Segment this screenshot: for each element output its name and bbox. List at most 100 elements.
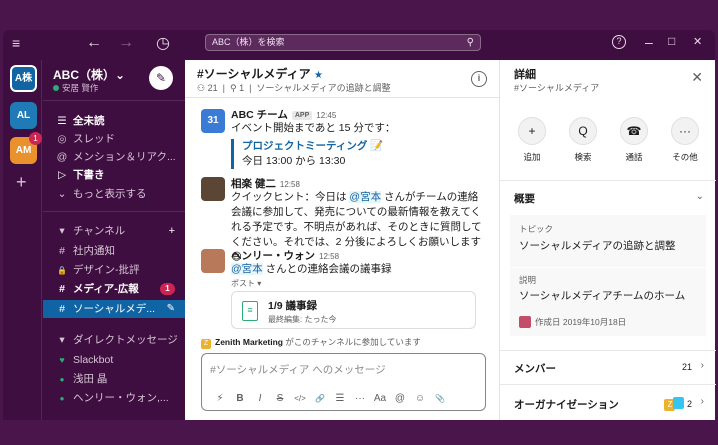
timestamp[interactable]: 12:45 bbox=[316, 111, 336, 120]
close-icon[interactable]: ✕ bbox=[691, 69, 703, 86]
members-icon: ⚇ bbox=[197, 83, 206, 93]
menu-icon[interactable]: ≡ bbox=[12, 35, 20, 51]
divider bbox=[43, 211, 185, 212]
dm-label: 浅田 晶 bbox=[73, 373, 108, 385]
organizations-header: オーガナイゼーション bbox=[514, 399, 619, 411]
sidebar-item-label: メンション＆リアク... bbox=[73, 151, 176, 163]
sidebar-dm-henry[interactable]: ● ヘンリー・ウォン,... bbox=[43, 389, 185, 407]
sidebar-channel-social-media[interactable]: # ソーシャルメデ... ✎ bbox=[43, 300, 185, 318]
topic-card[interactable]: トピック ソーシャルメディアの追跡と調整 bbox=[510, 215, 706, 267]
sidebar-item-show-more[interactable]: ⌄ もっと表示する bbox=[43, 185, 185, 203]
history-icon[interactable]: ◷ bbox=[156, 33, 170, 53]
avatar[interactable] bbox=[201, 249, 225, 273]
close-window-icon[interactable]: ✕ bbox=[693, 35, 702, 48]
event-attachment: プロジェクトミーティング 📝 今日 13:00 から 13:30 bbox=[231, 139, 383, 169]
compose-button[interactable]: ✎ bbox=[149, 66, 173, 90]
search-icon: Q bbox=[569, 117, 597, 145]
section-label: ダイレクトメッセージ bbox=[73, 334, 178, 346]
sidebar-channel-company-news[interactable]: # 社内通知 bbox=[43, 242, 185, 260]
more-actions-button[interactable]: ··· その他 bbox=[670, 117, 700, 163]
sender-name[interactable]: ヘンリー・ウォン bbox=[231, 250, 315, 262]
message-composer[interactable]: #ソーシャルメディア へのメッセージ ⚡ B I S </> 🔗 ☰ ··· Aa @ ☺ 📎 bbox=[201, 353, 486, 411]
minimize-icon[interactable]: – bbox=[645, 34, 653, 50]
sidebar-channel-design-crit[interactable]: 🔒 デザイン-批評 bbox=[43, 261, 185, 279]
strikethrough-icon[interactable]: S bbox=[270, 393, 290, 404]
presence-dot bbox=[53, 85, 59, 91]
emoji-icon[interactable]: ☺ bbox=[410, 393, 430, 404]
event-title[interactable]: プロジェクトミーティング 📝 bbox=[242, 139, 383, 154]
joined-org-name[interactable]: Zenith Marketing bbox=[215, 337, 283, 347]
dm-label: ヘンリー・ウォン,... bbox=[73, 392, 169, 404]
search-input[interactable]: ABC（株）を検索 ⚲ bbox=[205, 34, 481, 51]
search-placeholder: ABC（株）を検索 bbox=[212, 37, 285, 47]
description-value: ソーシャルメディアチームのホーム bbox=[519, 290, 686, 302]
about-section: 概要 ⌄ トピック ソーシャルメディアの追跡と調整 説明 ソーシャルメディアチー… bbox=[500, 180, 716, 340]
channels-section-header[interactable]: ▾ チャンネル + bbox=[43, 222, 185, 240]
about-header[interactable]: 概要 bbox=[514, 191, 535, 206]
document-icon: ≡ bbox=[242, 301, 258, 321]
dm-section-header[interactable]: ▾ ダイレクトメッセージ bbox=[43, 331, 185, 349]
italic-icon[interactable]: I bbox=[250, 393, 270, 404]
maximize-icon[interactable]: □ bbox=[668, 34, 675, 48]
text-format-icon[interactable]: Aa bbox=[370, 393, 390, 404]
description-card[interactable]: 説明 ソーシャルメディアチームのホーム 作成日 2019年10月18日 bbox=[510, 268, 706, 336]
star-icon[interactable]: ★ bbox=[314, 70, 323, 81]
edit-pencil-icon: ✎ bbox=[166, 303, 175, 314]
mention-icon[interactable]: @ bbox=[390, 393, 410, 404]
composer-placeholder: #ソーシャルメディア へのメッセージ bbox=[210, 364, 386, 376]
section-label: チャンネル bbox=[73, 225, 126, 237]
workspace-abc[interactable]: A株 bbox=[10, 65, 37, 92]
list-icon[interactable]: ☰ bbox=[330, 393, 350, 404]
avatar[interactable] bbox=[201, 177, 225, 201]
post-label[interactable]: ポスト ▾ bbox=[231, 278, 261, 289]
help-icon[interactable]: ? bbox=[612, 35, 626, 49]
sidebar-dm-slackbot[interactable]: ♥ Slackbot bbox=[43, 351, 185, 369]
search-channel-button[interactable]: Q 検索 bbox=[568, 117, 598, 163]
pin-count[interactable]: 1 bbox=[239, 83, 244, 93]
member-count[interactable]: 21 bbox=[208, 83, 218, 93]
timestamp[interactable]: 12:58 bbox=[319, 252, 339, 261]
add-workspace-button[interactable]: + bbox=[16, 172, 27, 193]
caret-down-icon: ▾ bbox=[59, 334, 65, 346]
sender-name[interactable]: 相楽 健二 bbox=[231, 178, 276, 190]
channel-view: #ソーシャルメディア ★ ⚇ 21 | ⚲ 1 | ソーシャルメディアの追跡と調… bbox=[185, 60, 499, 420]
organizations-section[interactable]: オーガナイゼーション Z 2 › bbox=[500, 384, 716, 420]
back-arrow-icon[interactable]: ← bbox=[86, 34, 102, 52]
sidebar-item-drafts[interactable]: ▷ 下書き bbox=[43, 166, 185, 184]
sidebar-item-mentions[interactable]: @ メンション＆リアク... bbox=[43, 148, 185, 166]
post-attachment[interactable]: ≡ 1/9 議事録 最終編集: たった今 bbox=[231, 291, 476, 329]
link-icon[interactable]: 🔗 bbox=[310, 394, 330, 403]
sidebar-item-all-unreads[interactable]: ☰ 全未読 bbox=[43, 112, 185, 130]
team-name[interactable]: ABC（株）⌄ bbox=[53, 66, 125, 83]
sidebar-item-threads[interactable]: ◎ スレッド bbox=[43, 130, 185, 148]
ellipsis-icon: ··· bbox=[671, 117, 699, 145]
user-mention[interactable]: @宮本 bbox=[349, 191, 382, 203]
search-icon: ⚲ bbox=[466, 37, 474, 48]
code-icon[interactable]: </> bbox=[290, 394, 310, 403]
chevron-down-icon[interactable]: ⌄ bbox=[696, 191, 704, 202]
members-section[interactable]: メンバー 21 › bbox=[500, 350, 716, 384]
add-channel-icon[interactable]: + bbox=[169, 222, 175, 240]
lock-icon: 🔒 bbox=[57, 266, 67, 275]
sidebar-item-label: スレッド bbox=[73, 133, 115, 145]
workspace-al[interactable]: AL bbox=[10, 102, 37, 129]
attach-icon[interactable]: 📎 bbox=[430, 394, 450, 403]
sidebar-dm-asada[interactable]: ● 浅田 晶 bbox=[43, 370, 185, 388]
more-format-icon[interactable]: ··· bbox=[350, 393, 370, 404]
sidebar-channel-media-pr[interactable]: # メディア-広報 1 bbox=[43, 280, 185, 298]
message-header: 相楽 健二 12:58 bbox=[231, 176, 300, 191]
dm-label: Slackbot bbox=[73, 354, 114, 366]
channel-title[interactable]: #ソーシャルメディア ★ bbox=[197, 65, 323, 82]
info-icon[interactable]: i bbox=[471, 71, 487, 87]
user-mention[interactable]: @宮本 bbox=[231, 263, 263, 275]
mention-icon: @ bbox=[56, 151, 68, 163]
members-header: メンバー bbox=[514, 363, 556, 375]
add-people-button[interactable]: + 追加 bbox=[517, 117, 547, 163]
timestamp[interactable]: 12:58 bbox=[280, 180, 300, 189]
call-button[interactable]: ☎ 通話 bbox=[619, 117, 649, 163]
sender-name[interactable]: ABC チーム bbox=[231, 109, 288, 121]
shortcuts-icon[interactable]: ⚡ bbox=[210, 393, 230, 404]
bold-icon[interactable]: B bbox=[230, 393, 250, 404]
forward-arrow-icon[interactable]: → bbox=[118, 34, 134, 52]
channel-topic: ソーシャルメディアの追跡と調整 bbox=[256, 83, 391, 93]
